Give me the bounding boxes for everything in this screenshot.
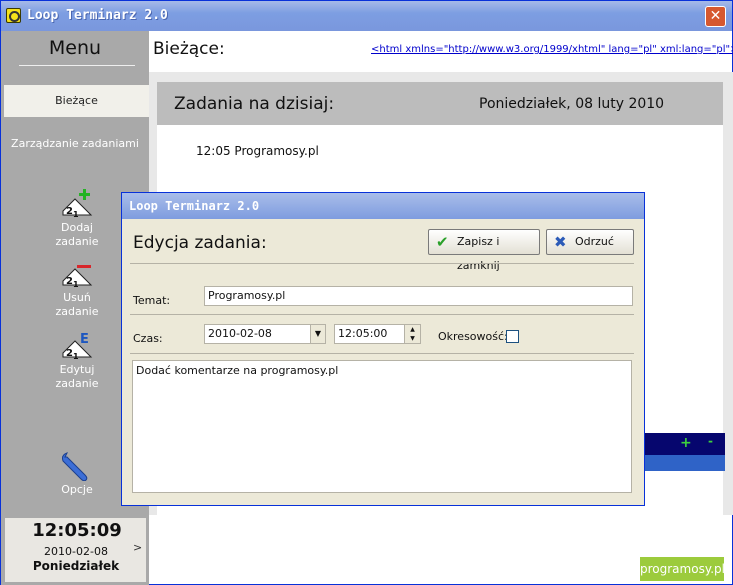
title-bar: Loop Terminarz 2.0 ✕ [1,1,732,31]
remove-task-icon: 2 1 [62,265,93,289]
dialog-title-bar: Loop Terminarz 2.0 [122,193,644,219]
time-value: 12:05:00 [338,327,388,340]
clock-day: Poniedziałek [32,559,120,573]
task-row[interactable]: 12:05 Programosy.pl [196,144,319,158]
remove-task-label-line1: Usuń [63,291,91,304]
svg-text:2: 2 [66,276,73,287]
dialog-heading: Edycja zadania: [133,233,267,253]
brand-badge[interactable]: programosy.pl [640,557,725,581]
menu-divider [19,65,135,66]
sidebar-item-task-management[interactable]: Zarządzanie zadaniami [1,137,149,150]
cancel-label: Odrzuć [575,235,614,248]
menu-title: Menu [48,37,102,59]
recurrence-label: Okresowość: [438,330,508,343]
edit-task-icon: 2 1 E [62,332,93,361]
remove-task-label-line2: zadanie [55,305,99,318]
chevron-down-icon[interactable]: ▼ [310,325,325,343]
x-icon: ✖ [554,233,567,251]
edit-task-button[interactable]: 2 1 E Edytuj zadanie [39,331,115,391]
app-logo-icon [6,8,21,23]
svg-text:1: 1 [73,352,79,361]
options-button[interactable]: Opcje [39,451,115,497]
options-label: Opcje [61,483,93,496]
page-title: Bieżące: [153,39,225,59]
cancel-button[interactable]: ✖ Odrzuć [546,229,634,255]
selection-strip [644,455,725,471]
add-task-label-line2: zadanie [55,235,99,248]
svg-text:E: E [80,332,89,347]
add-task-label-line1: Dodaj [61,221,93,234]
divider [130,263,634,264]
sidebar-item-current[interactable]: Bieżące [4,85,149,117]
clock-expand-arrow-icon[interactable]: > [133,541,142,554]
edit-task-dialog: Loop Terminarz 2.0 Edycja zadania: ✔ Zap… [121,192,645,506]
save-label: Zapisz i zamknij [457,235,500,272]
task-name: Programosy.pl [234,144,319,158]
time-label: Czas: [133,332,163,345]
add-task-button[interactable]: 2 1 Dodaj zadanie [39,189,115,249]
svg-text:1: 1 [73,280,79,289]
task-toolbar: + - [644,433,725,455]
svg-text:2: 2 [66,206,73,217]
time-stepper[interactable]: 12:05:00 ▲ ▼ [334,324,421,344]
svg-text:1: 1 [73,210,79,219]
date-picker[interactable]: 2010-02-08 ▼ [204,324,326,344]
date-value: 2010-02-08 [208,327,272,340]
wrench-icon [62,452,88,481]
main-window: Loop Terminarz 2.0 ✕ Menu Bieżące Zarząd… [0,0,733,585]
topic-label: Temat: [133,294,171,307]
clock-panel: 12:05:09 2010-02-08 Poniedziałek > [1,515,149,585]
url-link[interactable]: <html xmlns="http://www.w3.org/1999/xhtm… [371,44,733,55]
clock-time: 12:05:09 [32,520,122,541]
comment-textarea[interactable]: Dodać komentarze na programosy.pl [132,360,632,493]
add-task-icon: 2 1 [62,189,93,219]
divider [130,353,634,354]
edit-task-label-line2: zadanie [55,377,99,390]
minus-icon[interactable]: - [708,434,713,448]
remove-task-button[interactable]: 2 1 Usuń zadanie [39,259,115,319]
dialog-title: Loop Terminarz 2.0 [129,199,260,213]
window-title: Loop Terminarz 2.0 [27,8,168,23]
today-date: Poniedziałek, 08 luty 2010 [479,96,665,112]
save-and-close-button[interactable]: ✔ Zapisz i zamknij [428,229,540,272]
spin-arrows-icon[interactable]: ▲ ▼ [404,325,420,343]
topic-field[interactable]: Programosy.pl [204,286,633,306]
checkmark-icon: ✔ [436,233,449,251]
plus-icon[interactable]: + [680,435,692,451]
svg-text:2: 2 [66,348,73,359]
today-title: Zadania na dzisiaj: [174,94,335,114]
close-button[interactable]: ✕ [705,6,726,27]
task-time: 12:05 [196,144,231,158]
edit-task-label-line1: Edytuj [59,363,95,376]
recurrence-checkbox[interactable] [506,330,519,343]
clock-date: 2010-02-08 [44,545,108,558]
divider [130,314,634,315]
